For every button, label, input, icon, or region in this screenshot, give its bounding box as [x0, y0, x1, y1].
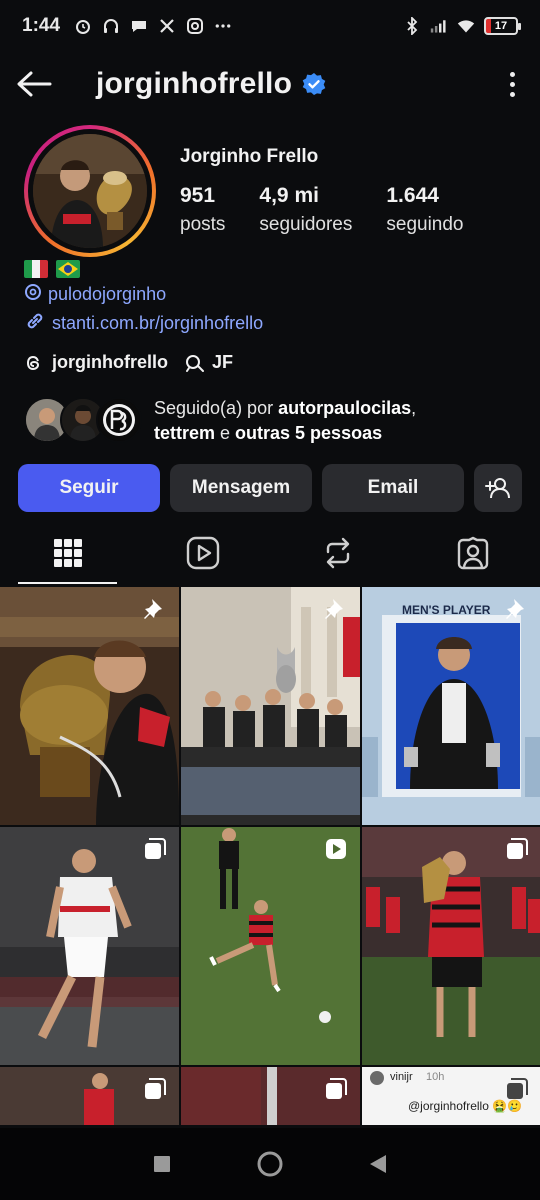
- options-menu-icon[interactable]: [500, 64, 524, 104]
- system-nav-bar: [0, 1128, 540, 1200]
- post-thumbnail[interactable]: [0, 1067, 179, 1125]
- bio-website-link[interactable]: stanti.com.br/jorginhofrello: [24, 310, 263, 337]
- story-caption: @jorginhofrello 🤮🥲: [408, 1099, 523, 1113]
- posts-count: 951: [180, 184, 216, 207]
- carousel-icon: [143, 837, 167, 861]
- tab-reposts[interactable]: [270, 522, 405, 584]
- link-icon: [24, 310, 46, 337]
- verified-badge-icon: [302, 72, 326, 96]
- story-avatar: [370, 1071, 384, 1085]
- mutual-follower-2[interactable]: tettrem: [154, 423, 215, 443]
- story-username: vinijr: [390, 1071, 413, 1083]
- profile-header: jorginhofrello: [0, 58, 540, 110]
- wifi-icon: [457, 17, 475, 35]
- tab-reels[interactable]: [135, 522, 270, 584]
- followers-stat[interactable]: 4,9 mi seguidores: [259, 184, 352, 236]
- mutual-followers-avatars: [24, 397, 142, 445]
- follow-button[interactable]: Seguir: [18, 464, 160, 512]
- followed-by-connector: e: [215, 423, 236, 443]
- pinned-icon: [143, 597, 167, 621]
- tab-posts-grid[interactable]: [0, 522, 135, 584]
- reel-icon: [324, 837, 348, 861]
- profile-avatar-story-ring[interactable]: [24, 125, 156, 257]
- chat-search-icon: [184, 353, 206, 373]
- profile-stats: 951 posts 4,9 mi seguidores 1.644 seguin…: [180, 184, 498, 236]
- carousel-icon: [505, 837, 529, 861]
- following-label: seguindo: [386, 214, 464, 235]
- suggested-users-button[interactable]: [474, 464, 522, 512]
- followed-by-separator: ,: [411, 398, 417, 418]
- post-thumbnail[interactable]: [0, 827, 179, 1065]
- x-icon: [158, 17, 176, 35]
- followed-by-prefix: Seguido(a) por: [154, 398, 279, 418]
- mutual-followers-others[interactable]: outras 5 pessoas: [235, 423, 382, 443]
- reels-icon: [186, 536, 220, 570]
- threads-tag[interactable]: JF: [184, 352, 233, 373]
- post-thumbnail[interactable]: [181, 1067, 360, 1125]
- pinned-icon: [505, 597, 529, 621]
- mutual-follower-1[interactable]: autorpaulocilas: [278, 398, 411, 418]
- headset-icon: [102, 17, 120, 35]
- signal-icon: [430, 17, 448, 35]
- italy-flag-icon: [24, 260, 48, 278]
- post-thumbnail[interactable]: [362, 827, 540, 1065]
- tagged-person-icon: [456, 536, 490, 570]
- carousel-icon: [505, 1077, 529, 1101]
- profile-avatar: [33, 134, 147, 248]
- followers-count: 4,9 mi: [259, 184, 319, 207]
- page-title: jorginhofrello: [96, 67, 293, 100]
- posts-label: posts: [180, 214, 226, 235]
- post-overlay-title: MEN'S PLAYER: [402, 603, 491, 617]
- grid-icon: [53, 538, 83, 568]
- profile-tabs: [0, 522, 540, 584]
- chat-icon: [130, 17, 148, 35]
- repost-icon: [323, 536, 353, 570]
- battery-indicator: 17: [484, 17, 521, 35]
- posts-stat[interactable]: 951 posts: [180, 184, 225, 236]
- recents-icon[interactable]: [152, 1154, 172, 1174]
- post-thumbnail[interactable]: [181, 587, 360, 825]
- carousel-icon: [143, 1077, 167, 1101]
- bio-website-text: stanti.com.br/jorginhofrello: [52, 313, 264, 333]
- post-thumbnail[interactable]: [0, 587, 179, 825]
- threads-tag-text: JF: [212, 352, 234, 372]
- alarm-icon: [74, 17, 92, 35]
- threads-icon: [24, 283, 42, 306]
- following-stat[interactable]: 1.644 seguindo: [386, 184, 463, 236]
- carousel-icon: [324, 1077, 348, 1101]
- home-icon[interactable]: [256, 1150, 284, 1178]
- followed-by-row[interactable]: Seguido(a) por autorpaulocilas, tettrem …: [24, 396, 416, 446]
- mutual-avatar-3: [96, 397, 142, 443]
- status-time: 1:44: [22, 15, 61, 36]
- followed-by-text: Seguido(a) por autorpaulocilas, tettrem …: [154, 396, 416, 446]
- message-button[interactable]: Mensagem: [170, 464, 312, 512]
- bio-threads-text: pulodojorginho: [48, 284, 167, 304]
- profile-actions: Seguir Mensagem Email: [18, 464, 522, 512]
- threads-logo-icon: [24, 353, 44, 373]
- tab-tagged[interactable]: [405, 522, 540, 584]
- email-button[interactable]: Email: [322, 464, 464, 512]
- post-thumbnail[interactable]: MEN'S PLAYER: [362, 587, 540, 825]
- pinned-icon: [324, 597, 348, 621]
- profile-display-name: Jorginho Frello: [180, 146, 319, 167]
- instagram-icon: [186, 17, 204, 35]
- bio-flags: [24, 260, 80, 278]
- threads-badge-row: jorginhofrello JF: [24, 352, 233, 373]
- brazil-flag-icon: [56, 260, 80, 278]
- followers-label: seguidores: [259, 214, 353, 235]
- back-arrow-icon[interactable]: [16, 64, 56, 104]
- bluetooth-icon: [403, 17, 421, 35]
- post-thumbnail[interactable]: [181, 827, 360, 1065]
- status-bar: 1:44 17: [0, 0, 540, 52]
- post-thumbnail[interactable]: vinijr 10h @jorginhofrello 🤮🥲: [362, 1067, 540, 1125]
- more-dots-icon: [214, 17, 232, 35]
- threads-handle[interactable]: jorginhofrello: [52, 352, 168, 373]
- bio-threads-link[interactable]: pulodojorginho: [24, 283, 166, 306]
- posts-grid: MEN'S PLAYER vinijr 10h @jorginhofrello …: [0, 587, 540, 1125]
- back-triangle-icon[interactable]: [368, 1153, 388, 1175]
- story-time: 10h: [426, 1071, 445, 1083]
- following-count: 1.644: [386, 184, 439, 207]
- add-user-icon: [484, 476, 512, 500]
